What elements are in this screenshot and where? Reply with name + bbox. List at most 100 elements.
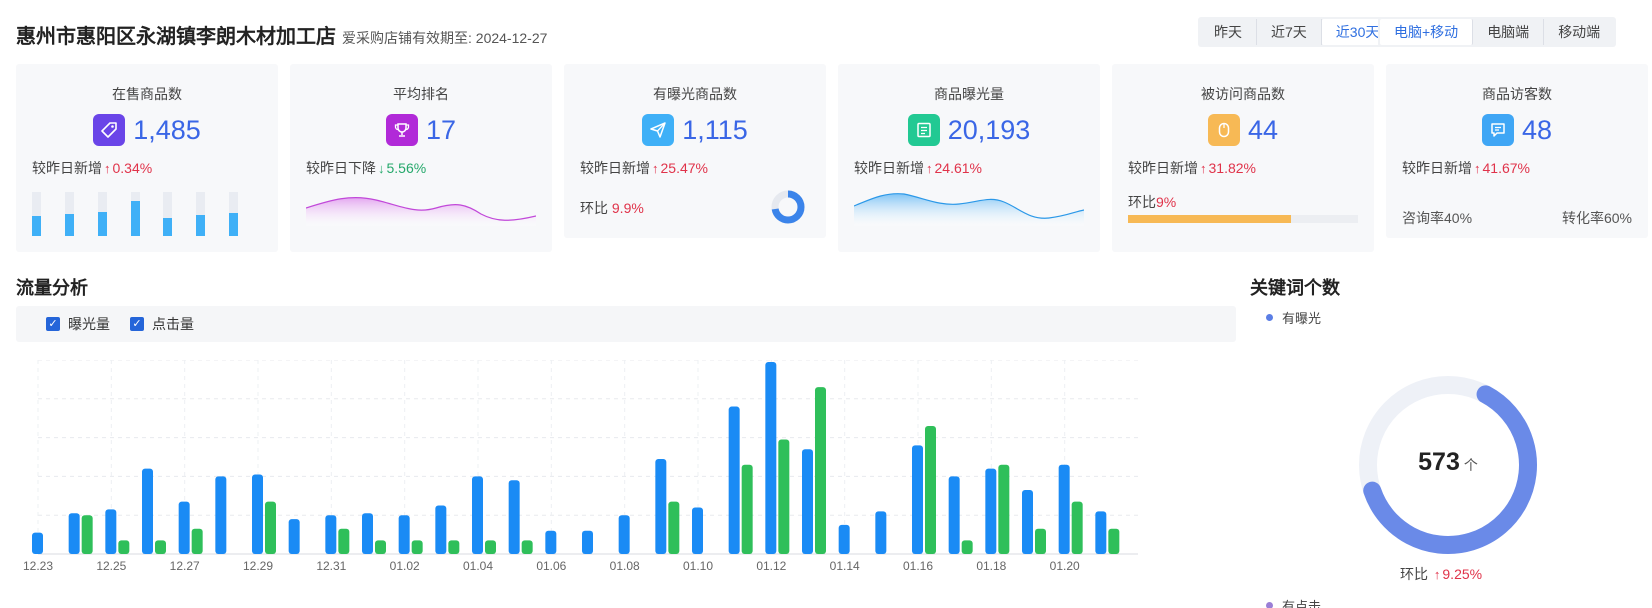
bar-exposure[interactable]	[215, 476, 227, 554]
checkbox-checked-icon[interactable]: ✓	[46, 317, 60, 331]
card-title: 有曝光商品数	[653, 86, 737, 102]
bar-exposure[interactable]	[362, 513, 373, 554]
x-tick-label: 01.08	[610, 559, 640, 573]
arrow-up-icon: ↑	[104, 161, 111, 176]
device-option-all[interactable]: 电脑+移动	[1380, 19, 1474, 45]
bar-exposure[interactable]	[545, 530, 557, 554]
bar-click[interactable]	[961, 540, 973, 554]
bar-exposure[interactable]	[948, 476, 960, 554]
x-tick-label: 12.27	[170, 559, 200, 573]
progress-fill	[1128, 215, 1292, 223]
legend-dot	[1266, 314, 1273, 321]
bar-exposure[interactable]	[802, 449, 813, 554]
change-label: 较昨日新增	[580, 160, 650, 176]
bar-exposure[interactable]	[618, 515, 630, 554]
legend-clicked[interactable]: 有点击	[1266, 596, 1321, 608]
bar-exposure[interactable]	[508, 480, 520, 554]
device-option-pc[interactable]: 电脑端	[1473, 19, 1545, 45]
keywords-title: 关键词个数	[1250, 278, 1340, 298]
checkbox-checked-icon[interactable]: ✓	[130, 317, 144, 331]
bar-exposure[interactable]	[655, 458, 667, 554]
bar-exposure[interactable]	[1022, 489, 1033, 554]
ratio-label: 环比	[1400, 566, 1428, 582]
mini-bar	[64, 192, 74, 236]
bar-exposure[interactable]	[435, 505, 447, 555]
trophy-icon	[385, 114, 418, 146]
bar-exposure[interactable]	[765, 361, 777, 554]
bar-click[interactable]	[448, 540, 460, 554]
bar-exposure[interactable]	[692, 507, 703, 554]
legend-exposure-toggle[interactable]: ✓ 曝光量	[46, 314, 110, 334]
convert-rate: 转化率60%	[1561, 210, 1632, 226]
bar-click[interactable]	[521, 540, 533, 554]
bar-exposure[interactable]	[1058, 464, 1070, 554]
bar-click[interactable]	[778, 439, 790, 554]
bar-exposure[interactable]	[912, 445, 923, 554]
arrow-up-icon: ↑	[1433, 567, 1441, 582]
bar-exposure[interactable]	[398, 515, 410, 554]
x-tick-label: 01.04	[463, 559, 493, 573]
arrow-up-icon: ↑	[926, 161, 933, 176]
bar-exposure[interactable]	[728, 406, 740, 554]
device-option-mobile[interactable]: 移动端	[1544, 19, 1614, 45]
legend-dot	[1266, 602, 1273, 608]
change-label: 较昨日新增	[854, 160, 924, 176]
bar-click[interactable]	[1071, 501, 1083, 554]
bar-click[interactable]	[485, 540, 496, 554]
card-value: 44	[1247, 114, 1279, 145]
bar-click[interactable]	[1108, 528, 1120, 554]
ratio-value: 9.9%	[611, 200, 644, 216]
bar-click[interactable]	[925, 425, 936, 554]
bar-exposure[interactable]	[178, 501, 190, 554]
bar-exposure[interactable]	[105, 509, 117, 554]
bar-click[interactable]	[155, 540, 166, 554]
card-title: 在售商品数	[112, 86, 182, 102]
bar-exposure[interactable]	[325, 515, 337, 554]
bar-click[interactable]	[741, 464, 753, 554]
arrow-up-icon: ↑	[1474, 161, 1481, 176]
date-option-yesterday[interactable]: 昨天	[1200, 19, 1257, 45]
bar-exposure[interactable]	[582, 530, 593, 554]
mouse-icon	[1207, 114, 1240, 146]
legend-label: 有点击	[1282, 599, 1322, 608]
bar-click[interactable]	[1035, 528, 1046, 554]
bar-click[interactable]	[411, 540, 423, 554]
card-title: 商品访客数	[1482, 86, 1552, 102]
x-tick-label: 12.23	[23, 559, 53, 573]
bar-click[interactable]	[815, 387, 826, 554]
bar-click[interactable]	[265, 501, 276, 554]
bar-click[interactable]	[668, 501, 680, 554]
card-change: 较昨日新增 ↑ 25.47%	[580, 158, 826, 178]
mini-bar	[97, 192, 107, 236]
donut-center-label: 573 个	[1355, 448, 1541, 477]
bar-exposure[interactable]	[838, 524, 850, 554]
bar-exposure[interactable]	[68, 513, 80, 554]
x-tick-label: 01.20	[1050, 559, 1080, 573]
bar-exposure[interactable]	[875, 511, 887, 554]
bar-click[interactable]	[998, 464, 1010, 554]
bar-click[interactable]	[118, 540, 130, 554]
bar-exposure[interactable]	[985, 468, 997, 554]
bar-click[interactable]	[338, 528, 350, 554]
bar-exposure[interactable]	[1095, 511, 1107, 554]
date-option-7days[interactable]: 近7天	[1257, 19, 1322, 45]
traffic-title: 流量分析	[16, 278, 88, 298]
change-label: 较昨日下降	[306, 160, 376, 176]
card-value: 1,115	[682, 114, 748, 145]
bar-exposure[interactable]	[142, 468, 153, 554]
bar-click[interactable]	[375, 540, 386, 554]
card-title: 被访问商品数	[1201, 86, 1285, 102]
bar-exposure[interactable]	[252, 474, 263, 554]
arrow-down-icon: ↓	[378, 161, 385, 176]
x-tick-label: 01.18	[976, 559, 1006, 573]
bar-exposure[interactable]	[32, 532, 43, 554]
x-tick-label: 01.16	[903, 559, 933, 573]
mini-bar	[130, 192, 140, 236]
bar-exposure[interactable]	[288, 519, 300, 554]
stat-card-visitors: 商品访客数 48 较昨日新增 ↑ 41.67% 咨询率40% 转化率60%	[1386, 64, 1648, 238]
bar-click[interactable]	[191, 528, 203, 554]
legend-click-toggle[interactable]: ✓ 点击量	[130, 314, 194, 334]
legend-exposed[interactable]: 有曝光	[1266, 308, 1321, 327]
bar-click[interactable]	[81, 515, 93, 554]
bar-exposure[interactable]	[472, 476, 483, 554]
